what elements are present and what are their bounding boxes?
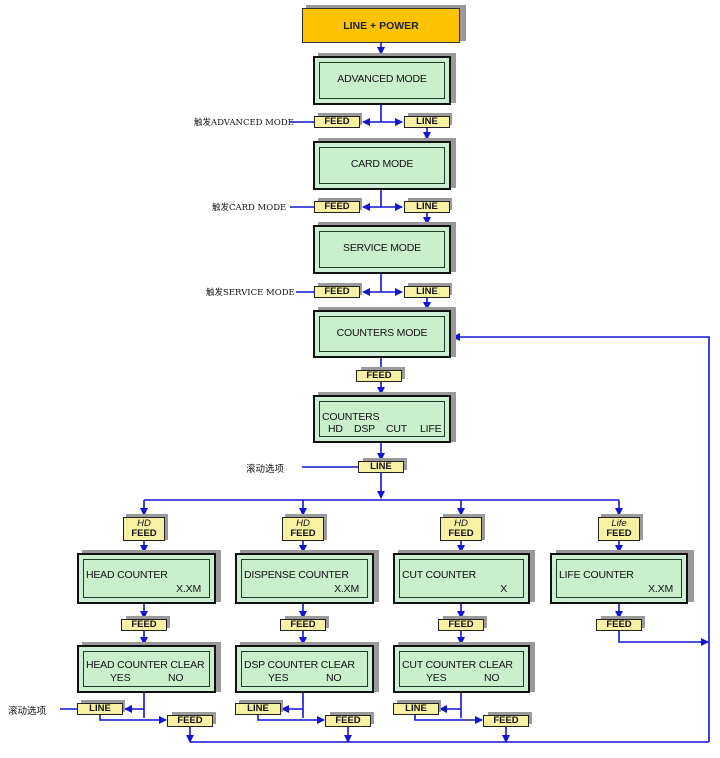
feed-key-head-clear[interactable]: FEED — [167, 715, 213, 727]
menu-option-dsp[interactable]: DSP — [354, 423, 375, 435]
feed-key-cut-clear[interactable]: FEED — [483, 715, 529, 727]
clear-title: DSP COUNTER CLEAR — [244, 659, 355, 671]
life-feed-key[interactable]: Life FEED — [598, 517, 640, 541]
dsp-counter-clear-box: DSP COUNTER CLEAR YES NO — [235, 645, 374, 693]
feed-key-cut[interactable]: FEED — [438, 619, 484, 631]
mode-title: CARD MODE — [350, 158, 414, 170]
lcd-screen: HEAD COUNTER CLEAR YES NO — [83, 651, 210, 687]
lcd-screen: COUNTERS MODE — [319, 316, 445, 352]
key-label: FEED — [290, 528, 316, 539]
counter-title: LIFE COUNTER — [559, 569, 634, 581]
counter-title: HEAD COUNTER — [86, 569, 168, 581]
feed-key-advanced[interactable]: FEED — [314, 116, 360, 128]
life-return-wire — [618, 631, 709, 646]
menu-option-cut[interactable]: CUT — [386, 423, 407, 435]
feed-key-dispense[interactable]: FEED — [280, 619, 326, 631]
bottom-scroll-label: 滚动选项 — [8, 706, 47, 717]
menu-title: COUNTERS — [322, 411, 380, 423]
menu-option-hd[interactable]: HD — [328, 423, 343, 435]
clear-yes-option[interactable]: YES — [426, 672, 447, 684]
scroll-options-label: 滚动选项 — [246, 464, 285, 475]
line-key-dsp-clear[interactable]: LINE — [235, 703, 281, 715]
clear-yes-option[interactable]: YES — [268, 672, 289, 684]
lcd-screen: LIFE COUNTER X.XM — [556, 559, 682, 598]
lcd-screen: CUT COUNTER CLEAR YES NO — [399, 651, 524, 687]
clear-yes-option[interactable]: YES — [110, 672, 131, 684]
mode-title: SERVICE MODE — [343, 242, 421, 254]
clear-no-option[interactable]: NO — [326, 672, 342, 684]
lcd-screen: ADVANCED MODE — [319, 62, 445, 99]
advanced-mode-box: ADVANCED MODE — [313, 56, 451, 105]
life-counter-box: LIFE COUNTER X.XM — [550, 553, 688, 604]
menu-option-life[interactable]: LIFE — [420, 423, 442, 435]
counters-menu-box: COUNTERS HD DSP CUT LIFE — [313, 395, 451, 443]
line-key-cut-clear[interactable]: LINE — [393, 703, 439, 715]
lcd-screen: CUT COUNTER X — [399, 559, 524, 598]
head-counter-box: HEAD COUNTER X.XM — [77, 553, 216, 604]
counter-value: X.XM — [334, 583, 359, 595]
lcd-screen: HEAD COUNTER X.XM — [83, 559, 210, 598]
line-key-head-clear[interactable]: LINE — [77, 703, 123, 715]
lcd-screen: COUNTERS HD DSP CUT LIFE — [319, 401, 445, 437]
head-counter-clear-box: HEAD COUNTER CLEAR YES NO — [77, 645, 216, 693]
counter-value: X — [500, 583, 507, 595]
lcd-screen: DSP COUNTER CLEAR YES NO — [241, 651, 368, 687]
lcd-screen: CARD MODE — [319, 147, 445, 184]
feed-key-service[interactable]: FEED — [314, 286, 360, 298]
key-label: FEED — [131, 528, 157, 539]
cut-counter-clear-box: CUT COUNTER CLEAR YES NO — [393, 645, 530, 693]
key-label: FEED — [448, 528, 474, 539]
clear-title: CUT COUNTER CLEAR — [402, 659, 513, 671]
lcd-screen: SERVICE MODE — [319, 231, 445, 268]
counter-value: X.XM — [648, 583, 673, 595]
line-key-service[interactable]: LINE — [404, 286, 450, 298]
counters-mode-box: COUNTERS MODE — [313, 310, 451, 358]
clear-no-option[interactable]: NO — [168, 672, 184, 684]
dispense-counter-box: DISPENSE COUNTER X.XM — [235, 553, 374, 604]
feed-key-dsp-clear[interactable]: FEED — [325, 715, 371, 727]
counter-value: X.XM — [176, 583, 201, 595]
key-label: FEED — [606, 528, 632, 539]
cut-counter-box: CUT COUNTER X — [393, 553, 530, 604]
trigger-advanced-label: 触发ADVANCED MODE — [194, 118, 294, 128]
trigger-service-label: 触发SERVICE MODE — [206, 288, 295, 298]
counter-title: CUT COUNTER — [402, 569, 477, 581]
mode-title: ADVANCED MODE — [337, 73, 427, 85]
clear-no-option[interactable]: NO — [484, 672, 500, 684]
line-key-advanced[interactable]: LINE — [404, 116, 450, 128]
clear-title: HEAD COUNTER CLEAR — [86, 659, 205, 671]
line-key-card[interactable]: LINE — [404, 201, 450, 213]
feed-key-counters[interactable]: FEED — [356, 370, 402, 382]
hd-feed-key-cut[interactable]: HD FEED — [440, 517, 482, 541]
trigger-card-label: 触发CARD MODE — [212, 203, 287, 213]
feed-key-card[interactable]: FEED — [314, 201, 360, 213]
feed-key-head[interactable]: FEED — [121, 619, 167, 631]
lcd-screen: DISPENSE COUNTER X.XM — [241, 559, 368, 598]
counter-title: DISPENSE COUNTER — [244, 569, 349, 581]
line-key-scroll[interactable]: LINE — [358, 461, 404, 473]
feed-key-life[interactable]: FEED — [596, 619, 642, 631]
mode-title: COUNTERS MODE — [336, 327, 428, 339]
service-mode-box: SERVICE MODE — [313, 225, 451, 274]
line-power-start: LINE + POWER — [302, 8, 460, 43]
hd-feed-key-head[interactable]: HD FEED — [123, 517, 165, 541]
card-mode-box: CARD MODE — [313, 141, 451, 190]
hd-feed-key-dispense[interactable]: HD FEED — [282, 517, 324, 541]
